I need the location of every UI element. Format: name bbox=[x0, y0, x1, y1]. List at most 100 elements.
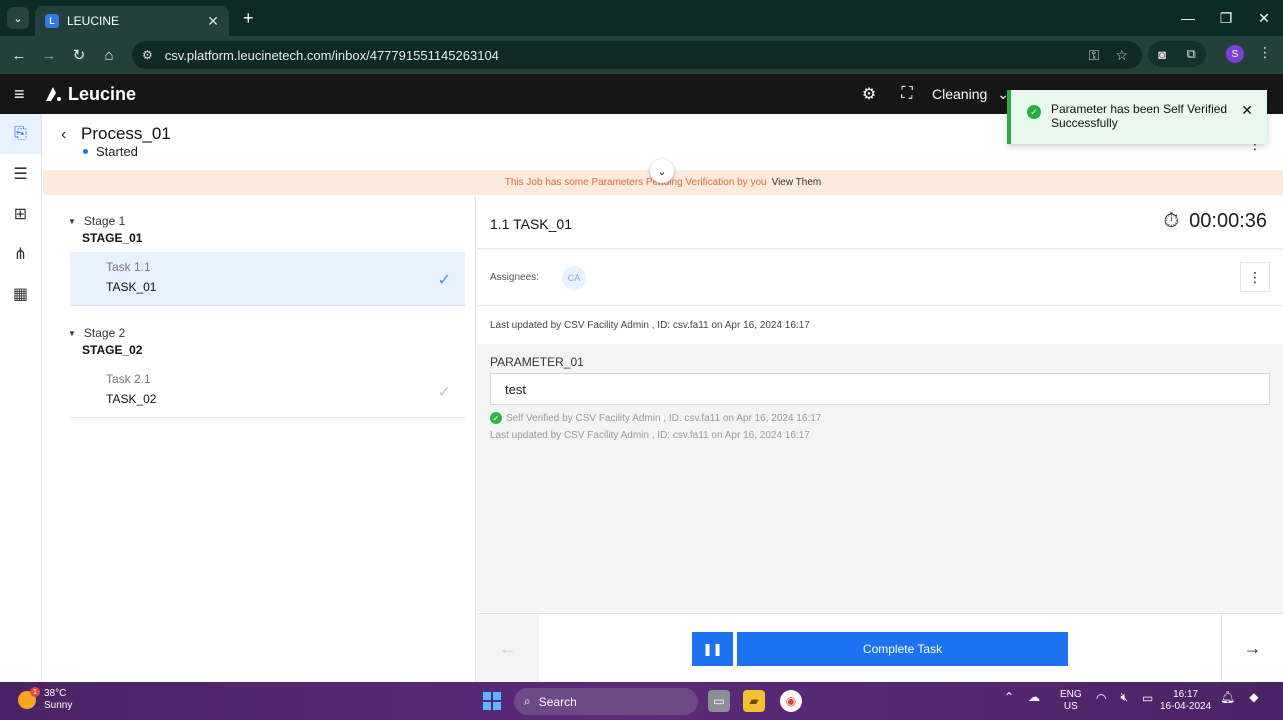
task-label: Task 1.1 bbox=[106, 260, 151, 274]
restore-icon[interactable]: ❐ bbox=[1207, 0, 1245, 36]
nav-process-icon[interactable]: ⊞ bbox=[0, 194, 41, 234]
system-tray: ⌃ ☁ bbox=[1004, 690, 1040, 704]
site-info-icon[interactable]: ⚙ bbox=[142, 48, 153, 62]
copilot-icon[interactable]: ◆ bbox=[1249, 690, 1258, 704]
stage-name: STAGE_01 bbox=[82, 231, 143, 245]
temperature: 38°C bbox=[44, 688, 67, 699]
stopwatch-icon: ⏱ bbox=[1163, 210, 1180, 232]
tab-search-icon[interactable]: ⌄ bbox=[7, 7, 29, 29]
status-text: Started bbox=[96, 144, 138, 159]
nav-checklist-icon[interactable]: ☰ bbox=[0, 154, 41, 194]
stage-label: Stage 1 bbox=[83, 214, 126, 228]
collapse-header-chevron-icon[interactable]: ⌄ bbox=[650, 159, 674, 183]
timer-value: 00:00:36 bbox=[1189, 210, 1267, 232]
task-timer: ⏱ 00:00:36 bbox=[1164, 210, 1267, 233]
toast-message: Parameter has been Self Verified Success… bbox=[1051, 102, 1228, 130]
parameter-last-updated: Last updated by CSV Facility Admin , ID:… bbox=[490, 430, 810, 441]
bookmark-star-icon[interactable]: ☆ bbox=[1115, 47, 1128, 64]
pause-button[interactable]: ❚❚ bbox=[692, 632, 733, 666]
search-label: Search bbox=[538, 694, 577, 709]
task-footer: ← ❚❚ Complete Task → bbox=[477, 613, 1283, 683]
self-verified-status: ✓ Self Verified by CSV Facility Admin , … bbox=[490, 412, 821, 424]
search-icon: ⌕ bbox=[524, 694, 531, 708]
tab-title: LEUCINE bbox=[67, 14, 120, 28]
back-icon[interactable]: ← bbox=[4, 47, 34, 64]
back-arrow-icon[interactable]: ‹ bbox=[61, 126, 66, 144]
home-icon[interactable]: ⌂ bbox=[94, 47, 124, 64]
previous-task-arrow-icon[interactable]: ← bbox=[477, 614, 539, 683]
complete-task-button[interactable]: Complete Task bbox=[737, 632, 1068, 666]
browser-tab[interactable]: L LEUCINE ✕ bbox=[35, 6, 229, 36]
forward-icon[interactable]: → bbox=[34, 47, 64, 64]
browser-toolbar: ← → ↻ ⌂ ⚙ csv.platform.leucinetech.com/i… bbox=[0, 36, 1283, 74]
verified-check-icon: ✓ bbox=[490, 412, 502, 424]
task-last-updated-row: Last updated by CSV Facility Admin , ID:… bbox=[477, 306, 1283, 344]
windows-start-icon[interactable] bbox=[483, 692, 501, 710]
network-volume-battery: ◠ 🔇︎ ▭ bbox=[1096, 690, 1153, 705]
leucine-logo[interactable]: Leucine bbox=[44, 84, 136, 105]
task-last-updated: Last updated by CSV Facility Admin , ID:… bbox=[490, 320, 810, 331]
nav-hierarchy-icon[interactable]: ⋔ bbox=[0, 234, 41, 274]
side-nav: ⎘ ☰ ⊞ ⋔ ▦ bbox=[0, 114, 42, 682]
settings-gear-icon[interactable]: ⚙ bbox=[850, 84, 888, 104]
new-tab-icon[interactable]: + bbox=[243, 8, 254, 29]
banner-message: This Job has some Parameters Pending Ver… bbox=[504, 177, 767, 188]
scan-icon[interactable]: ⛶ bbox=[888, 85, 926, 103]
nav-reports-icon[interactable]: ▦ bbox=[0, 274, 41, 314]
profile-avatar[interactable]: S bbox=[1226, 45, 1244, 63]
task-panel: 1.1 TASK_01 ⏱ 00:00:36 Assignees: CA ⋮ L… bbox=[477, 196, 1283, 612]
password-key-icon[interactable]: ⚿ bbox=[1089, 47, 1100, 64]
notification-bell-icon[interactable]: 🔔︎ bbox=[1220, 690, 1235, 704]
brand-name: Leucine bbox=[68, 83, 137, 104]
os-taskbar: 1 38°C Sunny ⌕ Search ▭ ▰ ◉ ⌃ ☁ ENG US ◠… bbox=[0, 682, 1283, 720]
task-item-1-1[interactable]: Task 1.1 TASK_01 ✓ bbox=[70, 252, 465, 306]
language-indicator[interactable]: ENG US bbox=[1060, 689, 1082, 713]
assignees-row: Assignees: CA ⋮ bbox=[477, 250, 1283, 306]
task-item-2-1[interactable]: Task 2.1 TASK_02 ✓ bbox=[70, 364, 465, 418]
browser-tabbar: ⌄ L LEUCINE ✕ + — ❐ ✕ bbox=[0, 0, 1283, 36]
region-code: US bbox=[1063, 701, 1078, 712]
stage-1[interactable]: ▼ Stage 1 STAGE_01 bbox=[68, 214, 142, 245]
task-name: TASK_01 bbox=[106, 280, 157, 294]
system-clock[interactable]: 16:17 16-04-2024 bbox=[1160, 689, 1211, 713]
close-window-icon[interactable]: ✕ bbox=[1245, 0, 1283, 36]
camera-extension-icon[interactable]: ◙ bbox=[1158, 47, 1166, 62]
reload-icon[interactable]: ↻ bbox=[64, 46, 94, 64]
notifications-area: 🔔︎ ◆ bbox=[1220, 690, 1258, 704]
sun-icon: 1 bbox=[18, 687, 40, 709]
hamburger-menu-icon[interactable]: ≡ bbox=[14, 84, 34, 105]
chrome-icon[interactable]: ◉ bbox=[780, 690, 802, 712]
wifi-icon[interactable]: ◠ bbox=[1096, 691, 1106, 705]
stage-label: Stage 2 bbox=[83, 326, 126, 340]
success-toast: ✓ Parameter has been Self Verified Succe… bbox=[1007, 90, 1267, 144]
nav-inbox-icon[interactable]: ⎘ bbox=[0, 114, 41, 154]
clock-date: 16-04-2024 bbox=[1160, 701, 1212, 712]
weather-condition: Sunny bbox=[44, 700, 73, 711]
facility-selector[interactable]: Cleaning ⌄ bbox=[932, 86, 1009, 103]
close-toast-icon[interactable]: ✕ bbox=[1241, 102, 1253, 119]
next-task-arrow-icon[interactable]: → bbox=[1221, 614, 1283, 683]
task-view-icon[interactable]: ▭ bbox=[708, 690, 730, 712]
battery-icon[interactable]: ▭ bbox=[1142, 691, 1153, 705]
puzzle-extensions-icon[interactable]: ⧉ bbox=[1186, 46, 1195, 62]
status-dot-icon bbox=[83, 149, 88, 154]
leucine-favicon-icon: L bbox=[45, 14, 59, 28]
stage-2[interactable]: ▼ Stage 2 STAGE_02 bbox=[68, 326, 142, 357]
weather-widget[interactable]: 1 38°C Sunny bbox=[18, 687, 73, 712]
address-bar[interactable]: ⚙ csv.platform.leucinetech.com/inbox/477… bbox=[132, 41, 1142, 69]
view-them-link[interactable]: View Them bbox=[772, 177, 822, 188]
parameter-label: PARAMETER_01 bbox=[490, 355, 584, 369]
facility-label: Cleaning bbox=[932, 86, 988, 102]
minimize-icon[interactable]: — bbox=[1169, 0, 1207, 36]
taskbar-search[interactable]: ⌕ Search bbox=[514, 688, 698, 715]
browser-menu-icon[interactable]: ⋮ bbox=[1258, 44, 1272, 61]
weather-badge: 1 bbox=[30, 687, 40, 697]
chevron-up-icon[interactable]: ⌃ bbox=[1004, 690, 1014, 704]
parameter-input[interactable] bbox=[490, 373, 1270, 405]
close-tab-icon[interactable]: ✕ bbox=[207, 13, 219, 30]
task-more-options-icon[interactable]: ⋮ bbox=[1240, 262, 1270, 292]
volume-muted-icon[interactable]: 🔇︎ bbox=[1120, 690, 1128, 705]
assignee-avatar[interactable]: CA bbox=[562, 266, 586, 290]
file-explorer-icon[interactable]: ▰ bbox=[743, 690, 765, 712]
onedrive-cloud-icon[interactable]: ☁ bbox=[1028, 690, 1040, 704]
